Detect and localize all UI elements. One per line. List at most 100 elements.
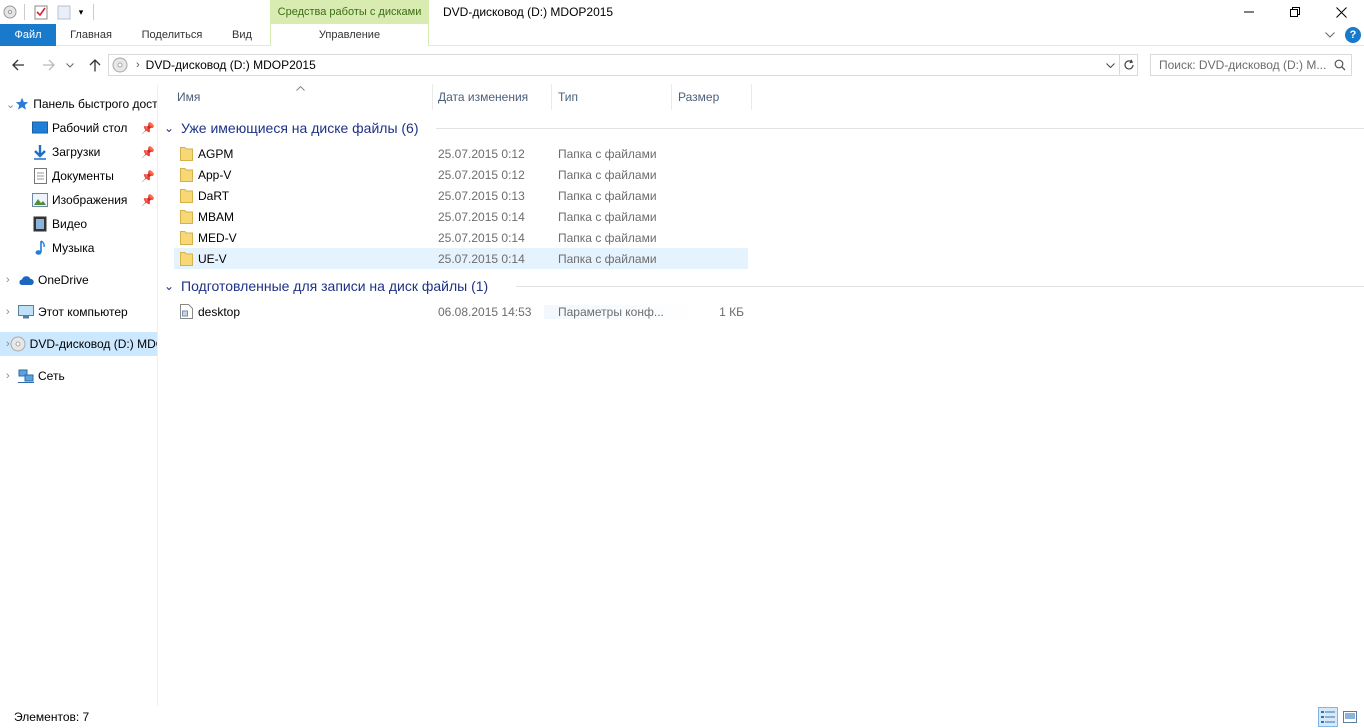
desktop-icon [32,120,48,136]
table-row-selected[interactable]: UE-V 25.07.2015 0:14 Папка с файлами [174,248,748,269]
folder-icon [180,146,193,161]
collapsed-chevron-icon[interactable]: › [6,306,18,318]
file-size: 1 КБ [719,304,744,319]
drive-icon [2,3,18,21]
group-title: Подготовленные для записи на диск файлы … [181,278,489,294]
table-row[interactable]: App-V 25.07.2015 0:12 Папка с файлами [174,164,748,185]
minimize-button[interactable] [1226,0,1272,24]
file-date: 25.07.2015 0:12 [438,167,525,182]
address-bar[interactable]: › DVD-дисковод (D:) MDOP2015 [108,54,1138,76]
nav-label: OneDrive [38,273,89,287]
nav-label: DVD-дисковод (D:) MDOP2015 [29,337,157,351]
nav-item-video[interactable]: Видео [0,212,157,236]
file-date: 06.08.2015 14:53 [438,304,532,319]
group-collapse-chevron-icon[interactable]: ⌄ [164,121,178,135]
file-type: Параметры конф... [544,304,694,319]
tab-file[interactable]: Файл [0,24,56,46]
nav-item-pictures[interactable]: Изображения 📌 [0,188,157,212]
help-icon[interactable]: ? [1345,27,1361,43]
folder-icon [180,188,193,203]
table-row[interactable]: desktop 06.08.2015 14:53 Параметры конф.… [174,301,748,322]
breadcrumb-chevron-icon[interactable]: › [136,59,140,71]
nav-item-downloads[interactable]: Загрузки 📌 [0,140,157,164]
ribbon-tabs: Файл Главная Поделиться Вид Управление ? [0,24,1364,46]
settings-file-icon [180,304,193,319]
window-title: DVD-дисковод (D:) MDOP2015 [443,5,614,19]
group-header[interactable]: ⌄ Подготовленные для записи на диск файл… [164,275,488,297]
group-header[interactable]: ⌄ Уже имеющиеся на диске файлы (6) [164,117,419,139]
nav-label: Панель быстрого доступа [33,97,157,111]
restore-button[interactable] [1272,0,1318,24]
file-name: AGPM [198,146,234,161]
folder-icon [180,251,193,266]
file-date: 25.07.2015 0:12 [438,146,525,161]
file-date: 25.07.2015 0:13 [438,188,525,203]
recent-locations-icon[interactable] [62,54,78,76]
file-type: Папка с файлами [558,188,657,203]
collapsed-chevron-icon[interactable]: › [6,370,18,382]
nav-label: Сеть [38,369,65,383]
search-input[interactable]: Поиск: DVD-дисковод (D:) M... [1150,54,1352,76]
nav-item-music[interactable]: Музыка [0,236,157,260]
column-header-name[interactable]: Имя [171,84,433,110]
dvd-drive-icon [10,336,26,352]
navigation-pane: ⌄ Панель быстрого доступа Рабочий стол 📌… [0,84,158,706]
folder-icon [180,167,193,182]
cloud-icon [18,272,34,288]
download-icon [32,144,48,160]
tab-view[interactable]: Вид [222,24,262,46]
file-type: Папка с файлами [558,230,657,245]
search-placeholder: Поиск: DVD-дисковод (D:) M... [1159,58,1327,72]
nav-item-desktop[interactable]: Рабочий стол 📌 [0,116,157,140]
file-name: desktop [198,304,241,319]
nav-label: Этот компьютер [38,305,128,319]
pin-icon[interactable]: 📌 [141,146,155,159]
table-row[interactable]: DaRT 25.07.2015 0:13 Папка с файлами [174,185,748,206]
breadcrumb-current[interactable]: DVD-дисковод (D:) MDOP2015 [146,58,316,72]
back-arrow-icon[interactable] [7,54,29,76]
new-folder-icon[interactable] [55,3,73,21]
pin-icon[interactable]: 📌 [141,194,155,207]
tab-manage[interactable]: Управление [270,24,429,46]
nav-label: Документы [52,169,114,183]
nav-item-documents[interactable]: Документы 📌 [0,164,157,188]
nav-item-dvd-drive[interactable]: › DVD-дисковод (D:) MDOP2015 [0,332,157,356]
group-collapse-chevron-icon[interactable]: ⌄ [164,279,178,293]
column-header-type[interactable]: Тип [552,84,672,110]
nav-quick-access[interactable]: ⌄ Панель быстрого доступа [0,92,157,116]
collapsed-chevron-icon[interactable]: › [6,274,18,286]
column-header-date[interactable]: Дата изменения [432,84,552,110]
close-button[interactable] [1318,0,1364,24]
pin-icon[interactable]: 📌 [141,170,155,183]
table-row[interactable]: AGPM 25.07.2015 0:12 Папка с файлами [174,143,748,164]
details-view-icon[interactable] [1318,707,1338,727]
tab-home[interactable]: Главная [58,24,124,46]
expanded-chevron-icon[interactable]: ⌄ [6,98,15,111]
pictures-icon [32,192,48,208]
nav-item-network[interactable]: › Сеть [0,364,157,388]
status-bar: Элементов: 7 [0,706,1364,728]
table-row[interactable]: MED-V 25.07.2015 0:14 Папка с файлами [174,227,748,248]
refresh-icon[interactable] [1121,57,1137,73]
properties-icon[interactable] [32,3,50,21]
table-row[interactable]: MBAM 25.07.2015 0:14 Папка с файлами [174,206,748,227]
nav-item-onedrive[interactable]: › OneDrive [0,268,157,292]
group-divider [436,128,1364,129]
file-type: Папка с файлами [558,209,657,224]
file-date: 25.07.2015 0:14 [438,209,525,224]
pin-icon[interactable]: 📌 [141,122,155,135]
search-icon[interactable] [1333,58,1347,72]
address-row: › DVD-дисковод (D:) MDOP2015 Поиск: DVD-… [0,50,1364,78]
up-arrow-icon[interactable] [84,54,106,76]
ribbon-expand-icon[interactable] [1322,27,1338,43]
computer-icon [18,304,34,320]
file-type: Папка с файлами [558,146,657,161]
tab-share[interactable]: Поделиться [128,24,216,46]
address-dropdown-icon[interactable] [1103,58,1117,72]
music-icon [32,240,48,256]
qat-dropdown-icon[interactable]: ▾ [74,3,88,21]
column-header-size[interactable]: Размер [672,84,752,110]
large-icons-view-icon[interactable] [1340,707,1360,727]
nav-item-this-pc[interactable]: › Этот компьютер [0,300,157,324]
forward-arrow-icon[interactable] [37,54,59,76]
